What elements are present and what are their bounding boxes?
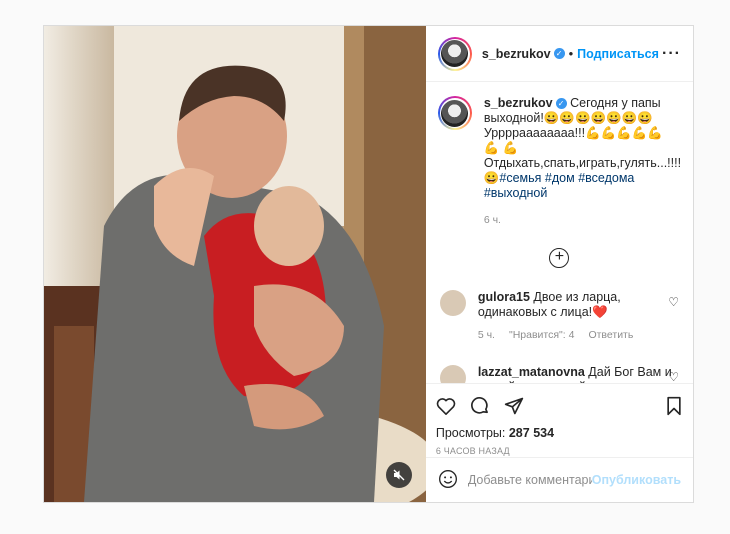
instagram-post: s_bezrukov ✓ • Подписаться ··· s_bezruko… — [43, 25, 694, 503]
share-paper-plane-icon[interactable] — [504, 396, 524, 416]
action-icons — [436, 392, 683, 420]
hashtag-link[interactable]: #выходной — [484, 186, 548, 200]
caption-emoji-3: 😀 — [483, 171, 500, 185]
heart-emoji: ❤️ — [592, 305, 608, 319]
like-comment-heart-icon[interactable]: ♡ — [668, 295, 679, 310]
comment-likes[interactable]: "Нравится": 4 — [509, 328, 574, 343]
views-count[interactable]: Просмотры: 287 534 — [436, 426, 683, 440]
username-link[interactable]: s_bezrukov — [482, 47, 551, 61]
avatar[interactable] — [437, 36, 472, 71]
publish-button[interactable]: Опубликовать — [592, 473, 681, 487]
comment-avatar[interactable] — [439, 365, 466, 383]
verified-badge-icon: ✓ — [553, 48, 565, 59]
post-timestamp[interactable]: 6 ЧАСОВ НАЗАД — [436, 446, 683, 456]
comment-item: lazzat_matanovna Дай Бог Вам и вашей пре… — [438, 365, 681, 383]
speaker-muted-icon — [393, 469, 405, 481]
comment-meta: 5 ч. "Нравится": 4 Ответить — [478, 328, 678, 343]
post-video[interactable] — [44, 26, 426, 502]
add-comment-bar: Опубликовать — [425, 457, 693, 502]
emoji-smiley-icon[interactable] — [438, 469, 458, 492]
load-more-comments: + — [438, 248, 681, 268]
caption-line-3: 💪Отдыхать,спать,играть,гулять...!!!! — [483, 141, 682, 170]
caption: s_bezrukov ✓ Сегодня у папы выходной!😀😀😀😀… — [437, 96, 681, 201]
comment-input[interactable] — [467, 473, 592, 487]
views-number: 287 534 — [508, 426, 555, 440]
plus-circle-icon[interactable]: + — [549, 248, 570, 268]
like-heart-icon[interactable] — [436, 397, 456, 415]
action-bar: Просмотры: 287 534 6 ЧАСОВ НАЗАД — [425, 383, 693, 457]
post-header: s_bezrukov ✓ • Подписаться ··· — [425, 26, 693, 82]
separator-dot: • — [568, 46, 574, 61]
caption-time: 6 ч. — [483, 214, 501, 226]
comment-item: gulora15 Двое из ларца, одинаковых с лиц… — [438, 290, 681, 343]
caption-emoji-1: 😀😀😀😀😀😀😀 — [543, 111, 653, 125]
views-label: Просмотры: — [435, 426, 506, 440]
comment-body: gulora15 Двое из ларца, одинаковых с лиц… — [478, 290, 678, 343]
caption-avatar[interactable] — [437, 96, 472, 130]
more-options-icon[interactable]: ··· — [662, 45, 681, 63]
hashtag-link[interactable]: #вседома — [578, 171, 634, 185]
caption-text: s_bezrukov ✓ Сегодня у папы выходной!😀😀😀😀… — [483, 96, 681, 201]
comment-bubble-icon[interactable] — [470, 396, 490, 416]
comment-body: lazzat_matanovna Дай Бог Вам и вашей пре… — [478, 365, 678, 383]
comment-time: 5 ч. — [477, 329, 495, 341]
reply-button[interactable]: Ответить — [588, 328, 633, 343]
mute-button[interactable] — [385, 462, 412, 488]
caption-line-2: Урррраааааааа!!! — [483, 126, 586, 140]
comment-avatar[interactable] — [439, 290, 466, 316]
verified-badge-icon: ✓ — [555, 98, 567, 110]
comments-section[interactable]: s_bezrukov ✓ Сегодня у папы выходной!😀😀😀😀… — [426, 82, 693, 383]
follow-button[interactable]: Подписаться — [577, 47, 659, 61]
comment-username[interactable]: lazzat_matanovna — [478, 365, 585, 379]
post-sidebar: s_bezrukov ✓ • Подписаться ··· s_bezruko… — [425, 26, 693, 502]
video-frame — [44, 26, 426, 502]
save-bookmark-icon[interactable] — [665, 396, 683, 416]
like-comment-heart-icon[interactable]: ♡ — [668, 370, 679, 383]
hashtag-link[interactable]: #семья — [499, 171, 541, 185]
hashtag-link[interactable]: #дом — [545, 171, 575, 185]
caption-username[interactable]: s_bezrukov — [484, 96, 553, 110]
comment-username[interactable]: gulora15 — [478, 290, 530, 304]
